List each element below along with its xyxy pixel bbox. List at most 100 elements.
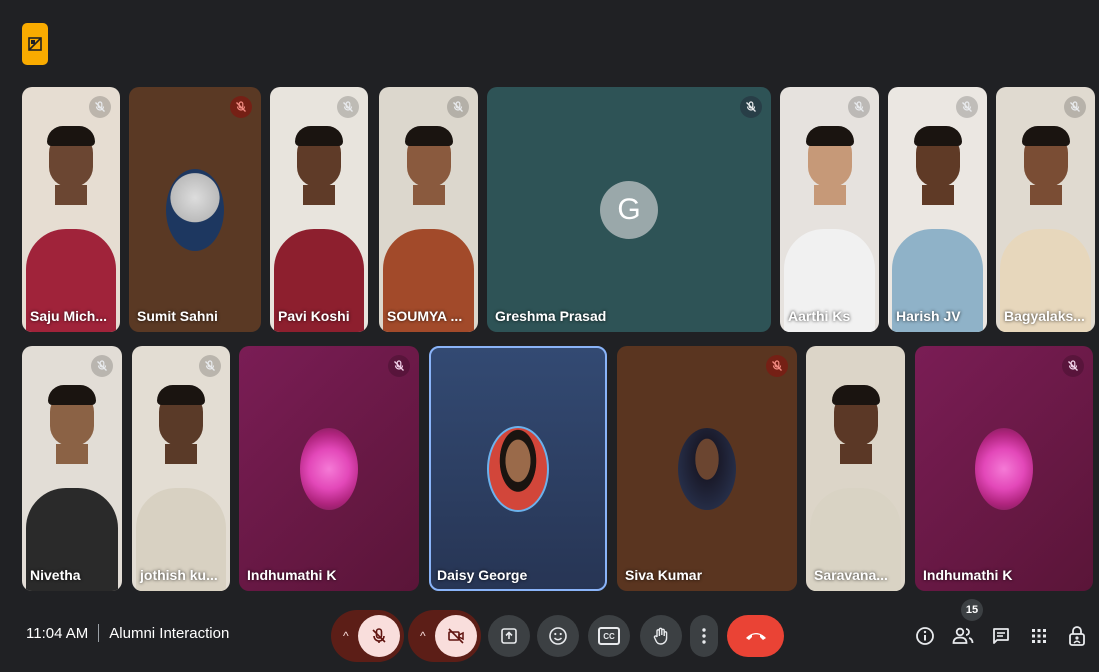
neck-shape (1029, 185, 1062, 206)
participant-tile[interactable]: Pavi Koshi (270, 87, 368, 332)
mic-off-icon (236, 101, 246, 112)
leave-call-button[interactable] (727, 615, 784, 657)
avatar (166, 168, 224, 251)
participant-name: Indhumathi K (247, 567, 337, 583)
meeting-info-button[interactable] (911, 622, 939, 650)
camera-off-button[interactable] (435, 615, 477, 657)
participant-name: Saju Mich... (30, 308, 108, 324)
participant-name: Siva Kumar (625, 567, 703, 583)
participant-tile[interactable]: Aarthi Ks (780, 87, 879, 332)
muted-indicator (956, 96, 978, 118)
chevron-up-icon[interactable]: ^ (343, 629, 349, 643)
avatar (300, 427, 358, 510)
participant-tile[interactable]: Indhumathi K (915, 346, 1093, 591)
muted-indicator (230, 96, 252, 118)
muted-indicator (337, 96, 359, 118)
participant-video (379, 87, 478, 332)
participant-name: Saravana... (814, 567, 888, 583)
more-options-button[interactable] (690, 615, 718, 657)
muted-indicator (1064, 96, 1086, 118)
mic-control: ^ (331, 610, 404, 662)
participant-name: Pavi Koshi (278, 308, 350, 324)
participant-name: Nivetha (30, 567, 81, 583)
more-vert-icon (702, 628, 706, 644)
hand-icon (653, 627, 668, 645)
participant-tile[interactable]: Indhumathi K (239, 346, 419, 591)
present-icon (501, 628, 517, 644)
hair-shape (404, 126, 453, 147)
avatar (678, 427, 736, 510)
participant-tile[interactable]: G Greshma Prasad (487, 87, 771, 332)
mic-off-icon (394, 360, 404, 371)
info-icon (916, 627, 934, 645)
activities-button[interactable] (1025, 622, 1053, 650)
mic-off-icon (1070, 101, 1080, 112)
chat-button[interactable] (987, 622, 1015, 650)
neck-shape (813, 185, 846, 206)
captions-icon: CC (598, 627, 620, 645)
mic-off-icon (372, 628, 386, 643)
mic-off-icon (854, 101, 864, 112)
muted-indicator (766, 355, 788, 377)
participant-name: jothish ku... (140, 567, 218, 583)
hair-shape (47, 126, 95, 147)
chevron-up-icon[interactable]: ^ (420, 629, 426, 643)
participant-tile[interactable]: Siva Kumar (617, 346, 797, 591)
participant-name: Bagyalaks... (1004, 308, 1085, 324)
present-button[interactable] (488, 615, 530, 657)
neck-shape (921, 185, 954, 206)
participant-tile[interactable]: Sumit Sahni (129, 87, 261, 332)
muted-indicator (1062, 355, 1084, 377)
participant-video (780, 87, 879, 332)
participant-tile[interactable]: Saju Mich... (22, 87, 120, 332)
meeting-details: 11:04 AM Alumni Interaction (26, 624, 229, 642)
neck-shape (303, 185, 335, 206)
neck-shape (165, 444, 197, 465)
captions-button[interactable]: CC (588, 615, 630, 657)
participant-tile[interactable]: Bagyalaks... (996, 87, 1095, 332)
mic-off-icon (205, 360, 215, 371)
muted-indicator (848, 96, 870, 118)
mic-off-icon (772, 360, 782, 371)
participant-name: Greshma Prasad (495, 308, 607, 324)
participant-tile[interactable]: SOUMYA ... (379, 87, 478, 332)
hair-shape (1021, 126, 1070, 147)
camera-control: ^ (408, 610, 481, 662)
muted-indicator (447, 96, 469, 118)
participant-video (270, 87, 368, 332)
cast-off-icon[interactable] (22, 23, 48, 65)
participant-tile[interactable]: Nivetha (22, 346, 122, 591)
neck-shape (839, 444, 872, 465)
participant-video (806, 346, 905, 591)
hair-shape (913, 126, 962, 147)
participant-video (22, 346, 122, 591)
neck-shape (412, 185, 445, 206)
participant-video (132, 346, 230, 591)
hair-shape (805, 126, 854, 147)
participant-name: Harish JV (896, 308, 961, 324)
reactions-button[interactable] (537, 615, 579, 657)
call-end-icon (745, 633, 766, 640)
participant-name: Aarthi Ks (788, 308, 851, 324)
neck-shape (56, 444, 88, 465)
avatar (487, 425, 549, 512)
participant-tile[interactable]: Saravana... (806, 346, 905, 591)
mic-off-icon (962, 101, 972, 112)
participant-tile[interactable]: jothish ku... (132, 346, 230, 591)
participant-video (888, 87, 987, 332)
apps-grid-icon (1032, 629, 1046, 643)
mic-off-icon (453, 101, 463, 112)
mic-off-icon (97, 360, 107, 371)
mic-off-button[interactable] (358, 615, 400, 657)
mic-off-icon (343, 101, 353, 112)
host-controls-button[interactable] (1063, 622, 1091, 650)
participant-tile[interactable]: Daisy George (429, 346, 607, 591)
divider (98, 624, 100, 642)
participant-tile[interactable]: Harish JV (888, 87, 987, 332)
participant-name: Indhumathi K (923, 567, 1013, 583)
raise-hand-button[interactable] (640, 615, 682, 657)
people-button[interactable] (949, 622, 977, 650)
participant-name: Daisy George (437, 567, 528, 583)
participant-name: SOUMYA ... (387, 308, 463, 324)
clock-time: 11:04 AM (26, 624, 89, 642)
